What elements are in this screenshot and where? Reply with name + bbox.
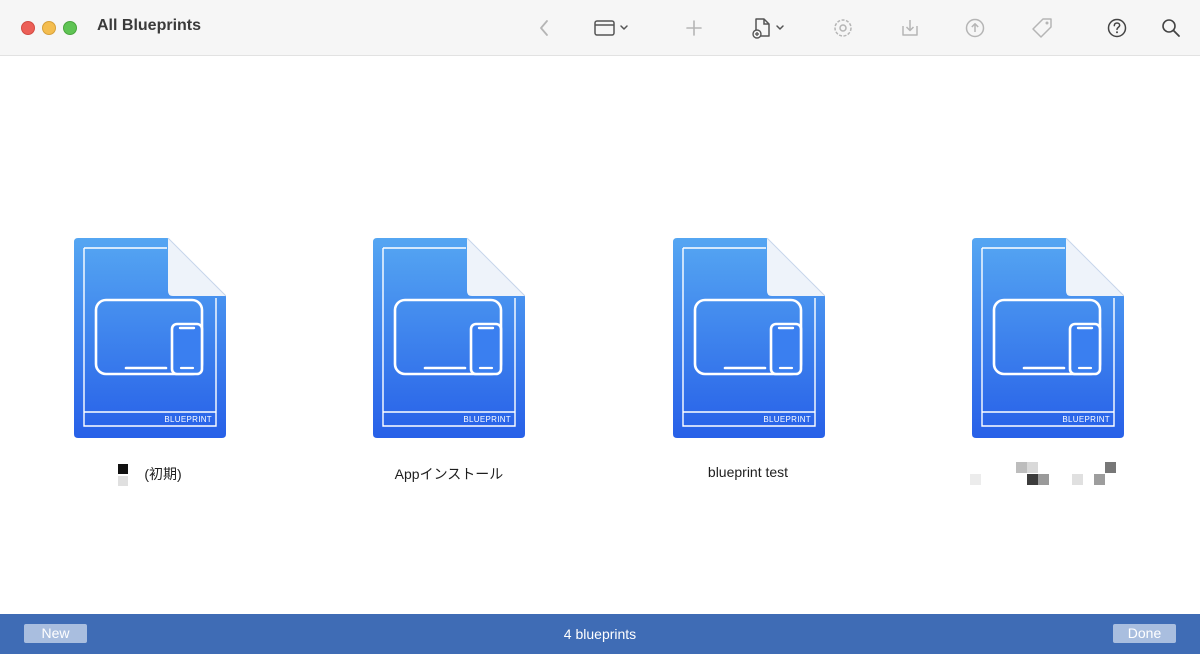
new-document-button[interactable] (750, 14, 788, 42)
help-button[interactable] (1106, 14, 1128, 42)
tag-icon (1032, 18, 1052, 38)
close-window-button[interactable] (21, 21, 35, 35)
minimize-window-button[interactable] (42, 21, 56, 35)
back-chevron-icon (540, 20, 548, 36)
blueprint-grid: BLUEPRINT (初期) BLUEPRINT Appインストール BLUEP… (0, 56, 1200, 614)
blueprint-file-icon[interactable]: BLUEPRINT (74, 238, 226, 438)
zoom-window-button[interactable] (63, 21, 77, 35)
import-icon (902, 20, 918, 36)
back-button[interactable] (534, 14, 554, 42)
export-icon (965, 18, 985, 38)
gear-icon (834, 19, 852, 37)
done-button[interactable]: Done (1113, 624, 1176, 643)
add-button[interactable] (684, 14, 704, 42)
add-icon (686, 20, 702, 36)
blueprint-badge: BLUEPRINT (1062, 415, 1110, 424)
blueprint-file-icon[interactable]: BLUEPRINT (373, 238, 525, 438)
status-bar: New 4 blueprints Done (0, 614, 1200, 654)
blueprint-badge: BLUEPRINT (463, 415, 511, 424)
blueprint-name[interactable]: blueprint test (598, 464, 898, 480)
window-view-icon (594, 20, 628, 36)
search-button[interactable] (1160, 14, 1182, 42)
blueprint-file-icon[interactable]: BLUEPRINT (673, 238, 825, 438)
blueprint-name[interactable]: Appインストール (299, 464, 599, 484)
blueprint-count: 4 blueprints (563, 626, 637, 642)
tag-button[interactable] (1030, 14, 1054, 42)
import-button[interactable] (899, 14, 921, 42)
blueprint-file-icon[interactable]: BLUEPRINT (972, 238, 1124, 438)
view-mode-button[interactable] (592, 14, 634, 42)
blueprint-badge: BLUEPRINT (763, 415, 811, 424)
settings-button[interactable] (832, 14, 854, 42)
blueprint-name[interactable]: (初期) (0, 464, 300, 487)
blueprint-badge: BLUEPRINT (164, 415, 212, 424)
new-document-icon (752, 18, 784, 39)
search-icon (1162, 19, 1180, 37)
redacted-text (118, 464, 130, 487)
window-title: All Blueprints (97, 17, 202, 34)
help-icon (1107, 18, 1127, 38)
redacted-blueprint-name[interactable] (970, 462, 1120, 486)
export-button[interactable] (964, 14, 986, 42)
title-bar: All Blueprints (0, 0, 1200, 56)
